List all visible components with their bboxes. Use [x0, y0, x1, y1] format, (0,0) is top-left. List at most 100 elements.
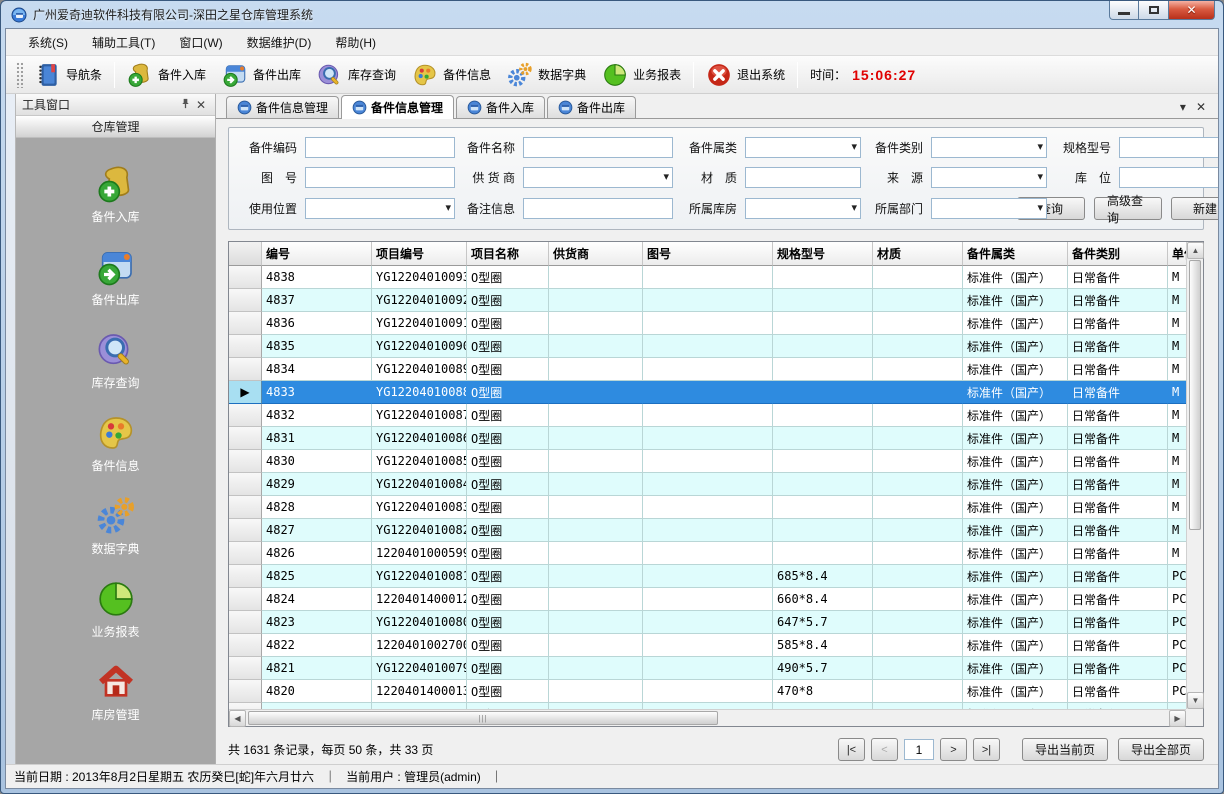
- tab-part-info-management-2[interactable]: 备件信息管理: [341, 95, 454, 119]
- menu-system[interactable]: 系统(S): [16, 30, 80, 55]
- toolbar-business-report-button[interactable]: 业务报表: [594, 58, 689, 92]
- row-selector-cell[interactable]: [229, 680, 262, 703]
- tab-list-chevron-icon[interactable]: ▾: [1180, 100, 1186, 114]
- drawing-no-input[interactable]: [305, 167, 455, 188]
- next-page-button[interactable]: >: [940, 738, 967, 761]
- table-row[interactable]: 48201220401400013O型圈470*8标准件（国产）日常备件PC: [229, 680, 1186, 703]
- part-name-input[interactable]: [523, 137, 673, 158]
- row-selector-cell[interactable]: [229, 473, 262, 496]
- tool-panel-close-icon[interactable]: ✕: [193, 98, 209, 112]
- row-selector-cell[interactable]: [229, 542, 262, 565]
- scroll-up-icon[interactable]: ▲: [1187, 242, 1204, 259]
- row-selector-cell[interactable]: [229, 266, 262, 289]
- row-selector-cell[interactable]: [229, 335, 262, 358]
- table-row[interactable]: 4835YG12204010090O型圈标准件（国产）日常备件M: [229, 335, 1186, 358]
- table-row[interactable]: 4832YG12204010087O型圈标准件（国产）日常备件M: [229, 404, 1186, 427]
- usage-position-select[interactable]: [305, 198, 455, 219]
- last-page-button[interactable]: >|: [973, 738, 1000, 761]
- vertical-scrollbar[interactable]: ▲ ▼: [1186, 242, 1203, 709]
- sidebar-item-warehouse-management[interactable]: 库房管理: [56, 662, 176, 723]
- row-selector-cell[interactable]: [229, 611, 262, 634]
- row-selector-cell[interactable]: ▶: [229, 381, 262, 404]
- maximize-button[interactable]: [1139, 1, 1169, 20]
- minimize-button[interactable]: [1109, 1, 1139, 20]
- table-row[interactable]: O型圈标准件（国产）日常备件: [229, 703, 1186, 709]
- table-row[interactable]: 4834YG12204010089O型圈标准件（国产）日常备件M: [229, 358, 1186, 381]
- export-current-page-button[interactable]: 导出当前页: [1022, 738, 1108, 761]
- toolbar-part-inbound-button[interactable]: 备件入库: [119, 58, 214, 92]
- part-category-select[interactable]: [931, 137, 1047, 158]
- warehouse-select[interactable]: [745, 198, 861, 219]
- sidebar-item-business-report[interactable]: 业务报表: [56, 579, 176, 640]
- export-all-pages-button[interactable]: 导出全部页: [1118, 738, 1204, 761]
- create-button[interactable]: 新建: [1171, 197, 1218, 220]
- table-row[interactable]: 4829YG12204010084O型圈标准件（国产）日常备件M: [229, 473, 1186, 496]
- prev-page-button[interactable]: <: [871, 738, 898, 761]
- remark-input-field[interactable]: [524, 199, 672, 218]
- horizontal-scrollbar[interactable]: ◀ ||| ▶: [229, 709, 1186, 726]
- menu-data-maintain[interactable]: 数据维护(D): [235, 30, 324, 55]
- table-row[interactable]: 4823YG12204010080O型圈647*5.7标准件（国产）日常备件PC: [229, 611, 1186, 634]
- row-selector-cell[interactable]: [229, 312, 262, 335]
- part-code-input-field[interactable]: [306, 138, 454, 157]
- tab-part-info-management-1[interactable]: 备件信息管理: [226, 96, 339, 118]
- row-selector-cell[interactable]: [229, 703, 262, 709]
- material-input-field[interactable]: [746, 168, 860, 187]
- row-selector-cell[interactable]: [229, 634, 262, 657]
- toolbar-exit-system-button[interactable]: 退出系统: [698, 58, 793, 92]
- row-selector-cell[interactable]: [229, 289, 262, 312]
- sidebar-item-data-dictionary[interactable]: 数据字典: [56, 496, 176, 557]
- table-row[interactable]: 4838YG12204010093O型圈标准件（国产）日常备件M: [229, 266, 1186, 289]
- toolbar-part-outbound-button[interactable]: 备件出库: [214, 58, 309, 92]
- sidebar-item-part-inbound[interactable]: 备件入库: [56, 164, 176, 225]
- first-page-button[interactable]: |<: [838, 738, 865, 761]
- material-input[interactable]: [745, 167, 861, 188]
- menu-aux-tools[interactable]: 辅助工具(T): [80, 30, 167, 55]
- toolbar-data-dictionary-button[interactable]: 数据字典: [499, 58, 594, 92]
- menu-window[interactable]: 窗口(W): [167, 30, 234, 55]
- toolbar-part-info-button[interactable]: 备件信息: [404, 58, 499, 92]
- part-attribute-select[interactable]: [745, 137, 861, 158]
- tab-part-outbound[interactable]: 备件出库: [547, 96, 636, 118]
- toolbar-stock-query-button[interactable]: 库存查询: [309, 58, 404, 92]
- table-row[interactable]: 4821YG12204010079O型圈490*5.7标准件（国产）日常备件PC: [229, 657, 1186, 680]
- table-row[interactable]: 4828YG12204010083O型圈标准件（国产）日常备件M: [229, 496, 1186, 519]
- part-name-input-field[interactable]: [524, 138, 672, 157]
- scroll-right-icon[interactable]: ▶: [1169, 710, 1186, 727]
- drawing-no-input-field[interactable]: [306, 168, 454, 187]
- row-selector-cell[interactable]: [229, 450, 262, 473]
- horizontal-scroll-thumb[interactable]: |||: [248, 711, 718, 725]
- row-selector-cell[interactable]: [229, 657, 262, 680]
- grid-header-3[interactable]: 项目名称: [467, 242, 549, 266]
- grid-header-2[interactable]: 项目编号: [372, 242, 467, 266]
- table-row[interactable]: 4831YG12204010086O型圈标准件（国产）日常备件M: [229, 427, 1186, 450]
- row-selector-cell[interactable]: [229, 519, 262, 542]
- toolbar-nav-bar-button[interactable]: 导航条: [27, 58, 110, 92]
- table-row[interactable]: 4825YG12204010081O型圈685*8.4标准件（国产）日常备件PC: [229, 565, 1186, 588]
- table-row[interactable]: 4837YG12204010092O型圈标准件（国产）日常备件M: [229, 289, 1186, 312]
- grid-header-5[interactable]: 图号: [643, 242, 773, 266]
- menu-help[interactable]: 帮助(H): [323, 30, 388, 55]
- scroll-down-icon[interactable]: ▼: [1187, 692, 1204, 709]
- row-selector-cell[interactable]: [229, 565, 262, 588]
- department-select[interactable]: [931, 198, 1047, 219]
- grid-header-1[interactable]: 编号: [262, 242, 372, 266]
- sidebar-item-part-outbound[interactable]: 备件出库: [56, 247, 176, 308]
- row-selector-cell[interactable]: [229, 358, 262, 381]
- source-select[interactable]: [931, 167, 1047, 188]
- table-row[interactable]: 48241220401400012O型圈660*8.4标准件（国产）日常备件PC: [229, 588, 1186, 611]
- grid-header-7[interactable]: 材质: [873, 242, 963, 266]
- stock-location-select[interactable]: [1119, 167, 1218, 188]
- grid-header-10[interactable]: 单位: [1168, 242, 1186, 266]
- grid-header-6[interactable]: 规格型号: [773, 242, 873, 266]
- grid-header-9[interactable]: 备件类别: [1068, 242, 1168, 266]
- table-row[interactable]: ▶4833YG12204010088O型圈标准件（国产）日常备件M: [229, 381, 1186, 404]
- row-selector-cell[interactable]: [229, 404, 262, 427]
- vertical-scroll-thumb[interactable]: [1189, 260, 1201, 530]
- row-selector-cell[interactable]: [229, 427, 262, 450]
- grid-header-selector[interactable]: [229, 242, 262, 266]
- table-row[interactable]: 4836YG12204010091O型圈标准件（国产）日常备件M: [229, 312, 1186, 335]
- row-selector-cell[interactable]: [229, 496, 262, 519]
- remark-input[interactable]: [523, 198, 673, 219]
- sidebar-item-stock-query[interactable]: 库存查询: [56, 330, 176, 391]
